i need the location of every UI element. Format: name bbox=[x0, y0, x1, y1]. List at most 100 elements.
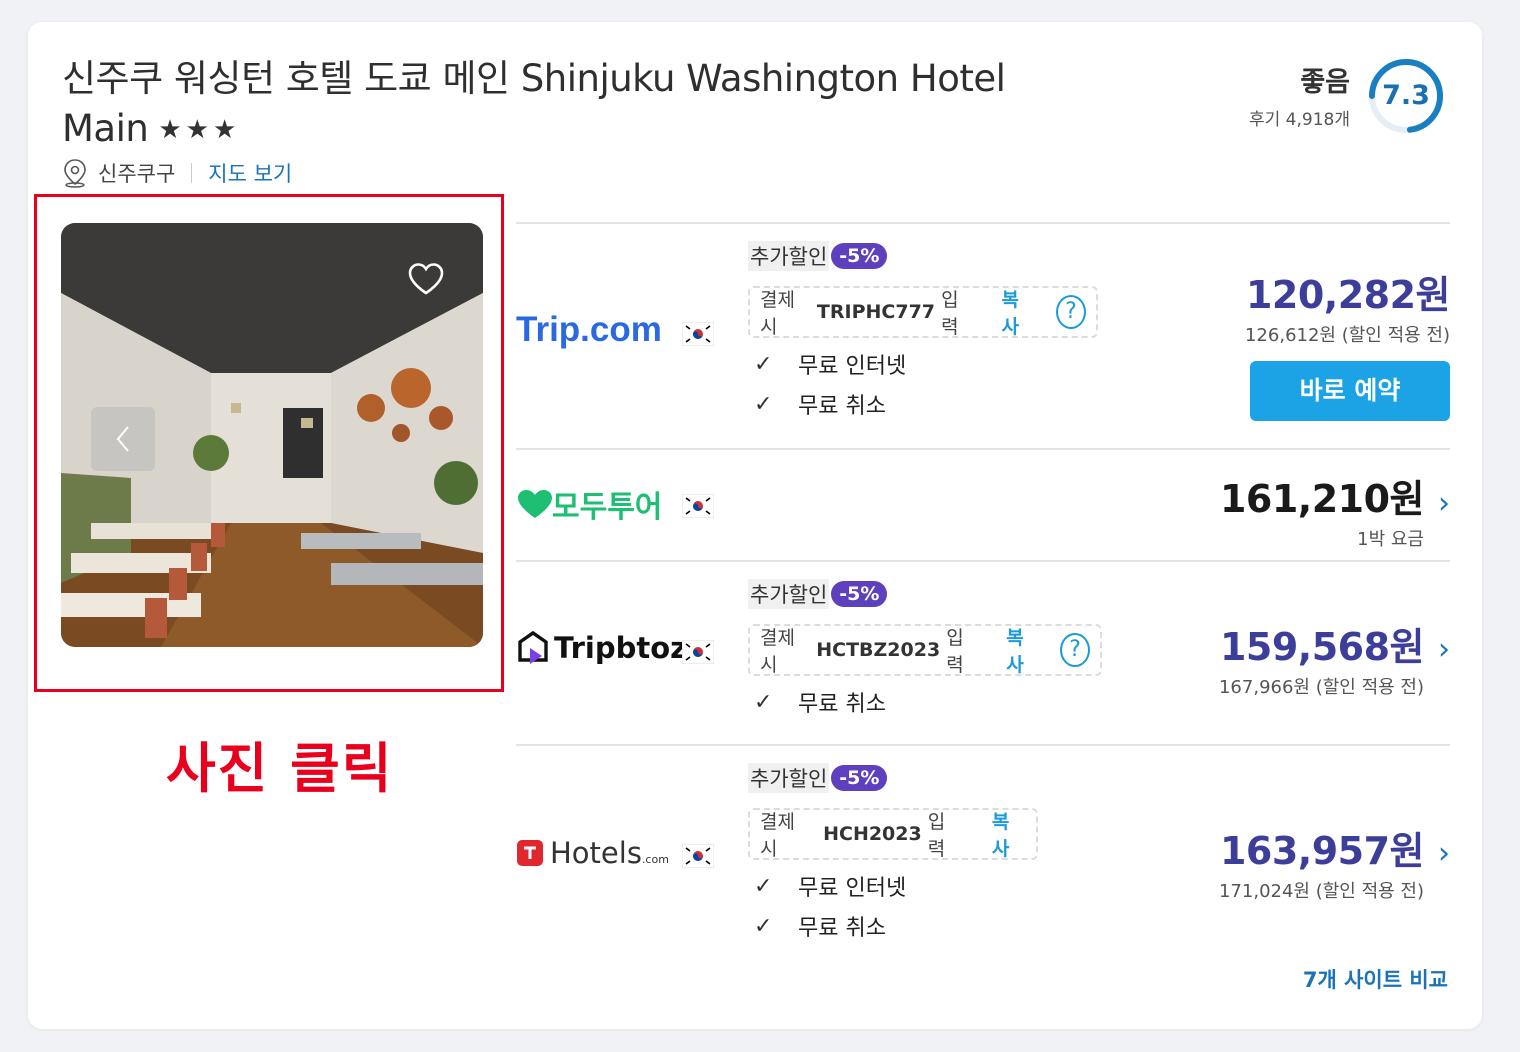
coupon-prefix: 결제 시 bbox=[760, 289, 795, 338]
feature-item: ✓ 무료 취소 bbox=[748, 682, 1102, 722]
chevron-right-icon[interactable]: › bbox=[1438, 486, 1450, 521]
coupon-box: 결제 시 HCH2023 입력 복사 bbox=[748, 808, 1038, 860]
check-icon: ✓ bbox=[754, 351, 773, 377]
offer-row-modetour[interactable]: 모두투어 161,210원 1박 요금 › bbox=[516, 448, 1450, 560]
coupon-prefix: 결제 시 bbox=[760, 811, 795, 860]
korea-flag-icon bbox=[682, 844, 714, 868]
coupon-code: HCH2023 bbox=[823, 823, 922, 845]
price-block: 161,210원 1박 요금 bbox=[1220, 468, 1425, 551]
feature-item: ✓ 무료 취소 bbox=[748, 906, 1038, 946]
check-icon: ✓ bbox=[754, 391, 773, 417]
feature-item: ✓ 무료 취소 bbox=[748, 384, 1098, 424]
coupon-code: TRIPHC777 bbox=[816, 301, 936, 323]
location-row: 신주쿠구 지도 보기 bbox=[62, 158, 292, 188]
hotel-card: 신주쿠 워싱턴 호텔 도쿄 메인 Shinjuku Washington Hot… bbox=[28, 22, 1482, 1029]
copy-coupon-button[interactable]: 복사 bbox=[1006, 623, 1036, 677]
score-value: 7.3 bbox=[1382, 80, 1430, 111]
tripbtoz-logo-icon bbox=[518, 630, 548, 664]
offer-row-tripcom[interactable]: Trip.com 추가할인 -5% 결제 시 TRIPHC777 입력 복사 ?… bbox=[516, 222, 1451, 448]
rating-word: 좋음 bbox=[1300, 66, 1350, 98]
chevron-left-icon bbox=[116, 426, 129, 452]
rating-block[interactable]: 좋음 후기 4,918개 7.3 bbox=[1249, 56, 1446, 136]
coupon-box: 결제 시 TRIPHC777 입력 복사 ? bbox=[748, 286, 1098, 338]
deal-block: 추가할인 -5% 결제 시 TRIPHC777 입력 복사 ? ✓ 무료 인터넷 … bbox=[748, 240, 1098, 424]
check-icon: ✓ bbox=[754, 873, 773, 899]
coupon-box: 결제 시 HCTBZ2023 입력 복사 ? bbox=[748, 624, 1102, 676]
provider-name: 모두투어 bbox=[552, 490, 663, 525]
feature-label: 무료 취소 bbox=[798, 916, 886, 941]
check-icon: ✓ bbox=[754, 913, 773, 939]
original-price: 167,966원 (할인 적용 전) bbox=[1218, 677, 1424, 698]
offer-price[interactable]: 120,282원 bbox=[1245, 264, 1451, 319]
price-block: 120,282원 126,612원 (할인 적용 전) 바로 예약 bbox=[1244, 264, 1451, 421]
provider-name: Hotels bbox=[550, 836, 642, 870]
help-icon[interactable]: ? bbox=[1055, 295, 1086, 329]
hotel-title[interactable]: 신주쿠 워싱턴 호텔 도쿄 메인 Shinjuku Washington Hot… bbox=[62, 54, 1042, 155]
provider-suffix: .com bbox=[641, 853, 669, 866]
hotel-photo[interactable] bbox=[61, 223, 483, 647]
copy-coupon-button[interactable]: 복사 bbox=[1001, 285, 1031, 339]
area-name: 신주쿠구 bbox=[98, 162, 176, 186]
chevron-right-icon[interactable]: › bbox=[1438, 836, 1450, 871]
coupon-suffix: 입력 bbox=[941, 289, 959, 338]
extra-discount-badge: 추가할인 -5% bbox=[748, 578, 1102, 610]
coupon-suffix: 입력 bbox=[927, 811, 946, 860]
original-price: 171,024원 (할인 적용 전) bbox=[1218, 881, 1424, 902]
copy-coupon-button[interactable]: 복사 bbox=[992, 807, 1026, 861]
offer-price[interactable]: 159,568원 bbox=[1219, 616, 1425, 671]
divider bbox=[191, 163, 193, 183]
price-block: 159,568원 167,966원 (할인 적용 전) bbox=[1218, 616, 1425, 699]
extra-discount-badge: 추가할인 -5% bbox=[748, 762, 1038, 794]
help-icon[interactable]: ? bbox=[1060, 633, 1091, 667]
star-rating: ★★★ bbox=[158, 115, 241, 145]
compare-sites-link[interactable]: 7개 사이트 비교 bbox=[1303, 964, 1448, 994]
annotation-caption: 사진 클릭 bbox=[166, 737, 394, 800]
deal-block: 추가할인 -5% 결제 시 HCH2023 입력 복사 ✓ 무료 인터넷 ✓ 무료 … bbox=[748, 762, 1038, 946]
review-count[interactable]: 후기 4,918개 bbox=[1249, 105, 1350, 130]
provider-logo-hotelscom[interactable]: Hotels .com bbox=[516, 836, 669, 870]
coupon-prefix: 결제 시 bbox=[760, 627, 795, 676]
view-map-link[interactable]: 지도 보기 bbox=[208, 158, 292, 188]
location-pin-icon bbox=[64, 159, 86, 188]
offer-list: Trip.com 추가할인 -5% 결제 시 TRIPHC777 입력 복사 ?… bbox=[516, 222, 1451, 974]
per-night-label: 1박 요금 bbox=[1357, 529, 1424, 550]
coupon-suffix: 입력 bbox=[946, 627, 964, 676]
provider-name: Tripbtoz bbox=[554, 631, 688, 665]
score-badge: 7.3 bbox=[1366, 56, 1446, 136]
discount-pill: -5% bbox=[831, 243, 888, 269]
chevron-right-icon[interactable]: › bbox=[1438, 632, 1450, 667]
korea-flag-icon bbox=[682, 322, 714, 346]
provider-name: Trip.com bbox=[516, 310, 662, 349]
coupon-code: HCTBZ2023 bbox=[816, 639, 941, 661]
deal-block: 추가할인 -5% 결제 시 HCTBZ2023 입력 복사 ? ✓ 무료 취소 bbox=[748, 578, 1102, 722]
price-block: 163,957원 171,024원 (할인 적용 전) bbox=[1218, 820, 1425, 903]
offer-row-tripbtoz[interactable]: Tripbtoz 추가할인 -5% 결제 시 HCTBZ2023 입력 복사 ?… bbox=[516, 560, 1450, 744]
original-price: 126,612원 (할인 적용 전) bbox=[1244, 325, 1450, 346]
feature-item: ✓ 무료 인터넷 bbox=[748, 866, 1038, 906]
badge-label: 추가할인 bbox=[748, 763, 830, 793]
heart-icon bbox=[408, 263, 444, 295]
provider-logo-modetour[interactable]: 모두투어 bbox=[516, 482, 662, 526]
offer-price[interactable]: 161,210원 bbox=[1220, 468, 1425, 523]
extra-discount-badge: 추가할인 -5% bbox=[748, 240, 1098, 272]
offer-row-hotelscom[interactable]: Hotels .com 추가할인 -5% 결제 시 HCH2023 입력 복사 ✓… bbox=[516, 744, 1450, 974]
badge-label: 추가할인 bbox=[748, 579, 830, 609]
discount-pill: -5% bbox=[831, 581, 888, 607]
korea-flag-icon bbox=[682, 494, 714, 518]
feature-label: 무료 인터넷 bbox=[798, 876, 907, 901]
green-heart-icon bbox=[518, 490, 552, 518]
provider-logo-tripcom[interactable]: Trip.com bbox=[516, 310, 662, 350]
wishlist-button[interactable] bbox=[391, 255, 461, 303]
korea-flag-icon bbox=[682, 640, 714, 664]
feature-label: 무료 취소 bbox=[798, 692, 886, 717]
photo-prev-button[interactable] bbox=[91, 407, 155, 471]
hotels-logo-icon bbox=[517, 840, 543, 866]
provider-logo-tripbtoz[interactable]: Tripbtoz bbox=[516, 630, 687, 666]
discount-pill: -5% bbox=[831, 765, 888, 791]
offer-price[interactable]: 163,957원 bbox=[1219, 820, 1425, 875]
check-icon: ✓ bbox=[754, 689, 773, 715]
book-now-button[interactable]: 바로 예약 bbox=[1250, 361, 1450, 421]
feature-item: ✓ 무료 인터넷 bbox=[748, 344, 1098, 384]
feature-label: 무료 취소 bbox=[798, 394, 886, 419]
badge-label: 추가할인 bbox=[748, 241, 830, 271]
